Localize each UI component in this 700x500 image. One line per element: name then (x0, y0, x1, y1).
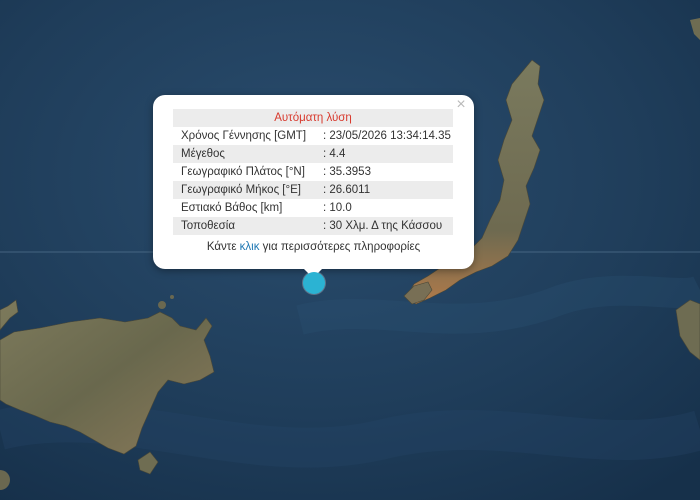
magnitude-value: : 4.4 (323, 145, 453, 163)
close-icon[interactable]: × (454, 97, 468, 113)
depth-value: : 10.0 (323, 202, 352, 214)
islet (158, 301, 166, 309)
magnitude-label: Μέγεθος (173, 145, 323, 163)
table-row: Τοποθεσία : 30 Χλμ. Δ της Κάσσου (173, 217, 453, 235)
origin-time-label: Χρόνος Γέννησης [GMT] (181, 130, 307, 142)
longitude-label: Γεωγραφικό Μήκος [°E] (173, 181, 323, 199)
earthquake-popup: × Αυτόματη λύση Χρόνος Γέννησης [GMT] : … (153, 95, 474, 269)
location-label: Τοποθεσία (173, 217, 323, 235)
table-row: Χρόνος Γέννησης [GMT] : 23/05/2026 13:34… (173, 127, 453, 145)
location-value: : 30 Χλμ. Δ της Κάσσου (323, 217, 453, 235)
popup-title: Αυτόματη λύση (173, 109, 453, 127)
origin-time-value: : 23/05/2026 13:34:14.35 (323, 130, 451, 142)
longitude-value: : 26.6011 (323, 181, 453, 199)
event-details-table: Αυτόματη λύση Χρόνος Γέννησης [GMT] : 23… (173, 109, 453, 235)
islet (170, 295, 174, 299)
latitude-label: Γεωγραφικό Πλάτος [°N] (181, 166, 305, 178)
table-row: Γεωγραφικό Πλάτος [°N] : 35.3953 (173, 163, 453, 181)
earthquake-marker[interactable] (303, 272, 325, 294)
latitude-value: : 35.3953 (323, 166, 371, 178)
more-info-line: Κάντε κλικ για περισσότερες πληροφορίες (153, 241, 474, 253)
table-row: Γεωγραφικό Μήκος [°E] : 26.6011 (173, 181, 453, 199)
table-row: Μέγεθος : 4.4 (173, 145, 453, 163)
table-row: Εστιακό Βάθος [km] : 10.0 (173, 199, 453, 217)
more-info-suffix: για περισσότερες πληροφορίες (259, 241, 421, 253)
depth-label: Εστιακό Βάθος [km] (181, 202, 283, 214)
more-info-link[interactable]: κλικ (240, 241, 260, 253)
popup-title-row: Αυτόματη λύση (173, 109, 453, 127)
more-info-prefix: Κάντε (206, 241, 240, 253)
